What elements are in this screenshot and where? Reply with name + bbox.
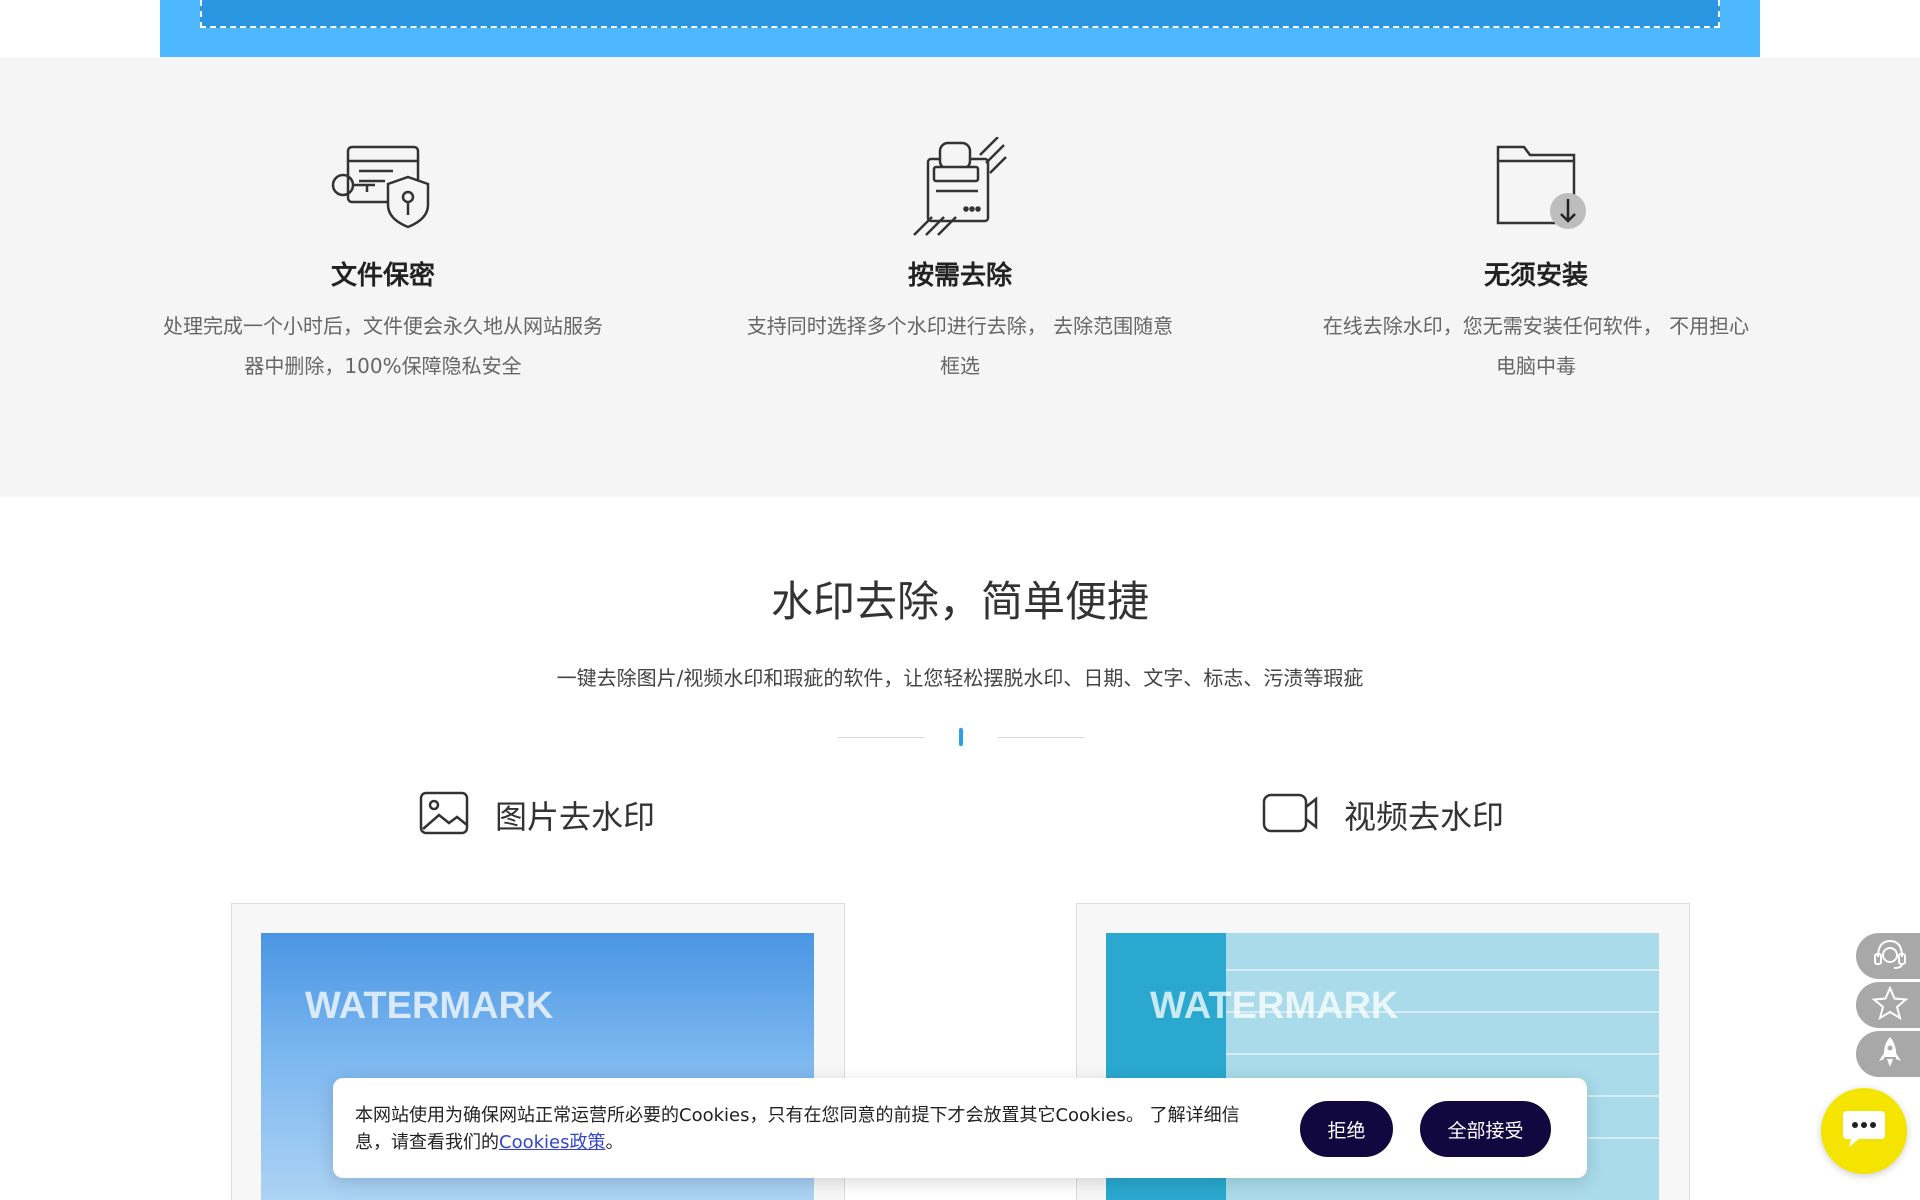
stamp-icon bbox=[900, 136, 1020, 237]
back-to-top-button[interactable] bbox=[1856, 1031, 1920, 1077]
feature-description: 在线去除水印，您无需安装任何软件， 不用担心电脑中毒 bbox=[1322, 314, 1750, 378]
section-divider bbox=[838, 728, 1084, 748]
support-headset-icon bbox=[1872, 937, 1908, 975]
features-section: 文件保密 处理完成一个小时后，文件便会永久地从网站服务器中删除，100%保障隐私… bbox=[0, 57, 1920, 497]
chat-button[interactable] bbox=[1821, 1088, 1907, 1174]
accept-all-button[interactable]: 全部接受 bbox=[1420, 1101, 1551, 1157]
section-title: 水印去除，简单便捷 bbox=[770, 577, 1149, 626]
tab-label: 视频去水印 bbox=[1344, 798, 1505, 836]
lock-shield-icon bbox=[323, 137, 443, 237]
favorite-button[interactable] bbox=[1856, 982, 1920, 1028]
star-icon bbox=[1871, 985, 1909, 1024]
tab-image-watermark[interactable]: 图片去水印 bbox=[419, 790, 655, 840]
feature-title: 按需去除 bbox=[907, 261, 1012, 291]
watermark-text: WATERMARK bbox=[305, 985, 554, 1027]
feature-description: 处理完成一个小时后，文件便会永久地从网站服务器中删除，100%保障隐私安全 bbox=[163, 314, 603, 378]
feature-description: 支持同时选择多个水印进行去除， 去除范围随意框选 bbox=[746, 314, 1174, 378]
upload-area[interactable] bbox=[160, 0, 1760, 57]
support-button[interactable] bbox=[1856, 933, 1920, 979]
section-subtitle: 一键去除图片/视频水印和瑕疵的软件，让您轻松摆脱水印、日期、文字、标志、污渍等瑕… bbox=[556, 666, 1364, 690]
video-icon bbox=[1262, 791, 1318, 839]
feature-selective-removal: 按需去除 支持同时选择多个水印进行去除， 去除范围随意框选 bbox=[730, 136, 1190, 386]
cookie-policy-link[interactable]: Cookies政策 bbox=[499, 1132, 605, 1153]
cookie-banner: 本网站使用为确保网站正常运营所必要的Cookies，只有在您同意的前提下才会放置… bbox=[333, 1078, 1587, 1178]
chat-bubble-icon bbox=[1841, 1109, 1887, 1153]
upload-dropzone[interactable] bbox=[200, 0, 1720, 28]
rocket-icon bbox=[1872, 1035, 1908, 1073]
tab-video-watermark[interactable]: 视频去水印 bbox=[1262, 790, 1504, 840]
reject-button[interactable]: 拒绝 bbox=[1300, 1101, 1393, 1157]
tab-label: 图片去水印 bbox=[495, 798, 656, 836]
watermark-text: WATERMARK bbox=[1150, 985, 1399, 1027]
feature-title: 文件保密 bbox=[330, 261, 435, 291]
feature-privacy: 文件保密 处理完成一个小时后，文件便会永久地从网站服务器中删除，100%保障隐私… bbox=[153, 137, 613, 386]
cookie-message: 本网站使用为确保网站正常运营所必要的Cookies，只有在您同意的前提下才会放置… bbox=[355, 1105, 1240, 1153]
folder-download-icon bbox=[1476, 137, 1596, 237]
feature-title: 无须安装 bbox=[1483, 261, 1588, 291]
image-icon bbox=[419, 791, 469, 839]
feature-no-install: 无须安装 在线去除水印，您无需安装任何软件， 不用担心电脑中毒 bbox=[1306, 137, 1766, 386]
